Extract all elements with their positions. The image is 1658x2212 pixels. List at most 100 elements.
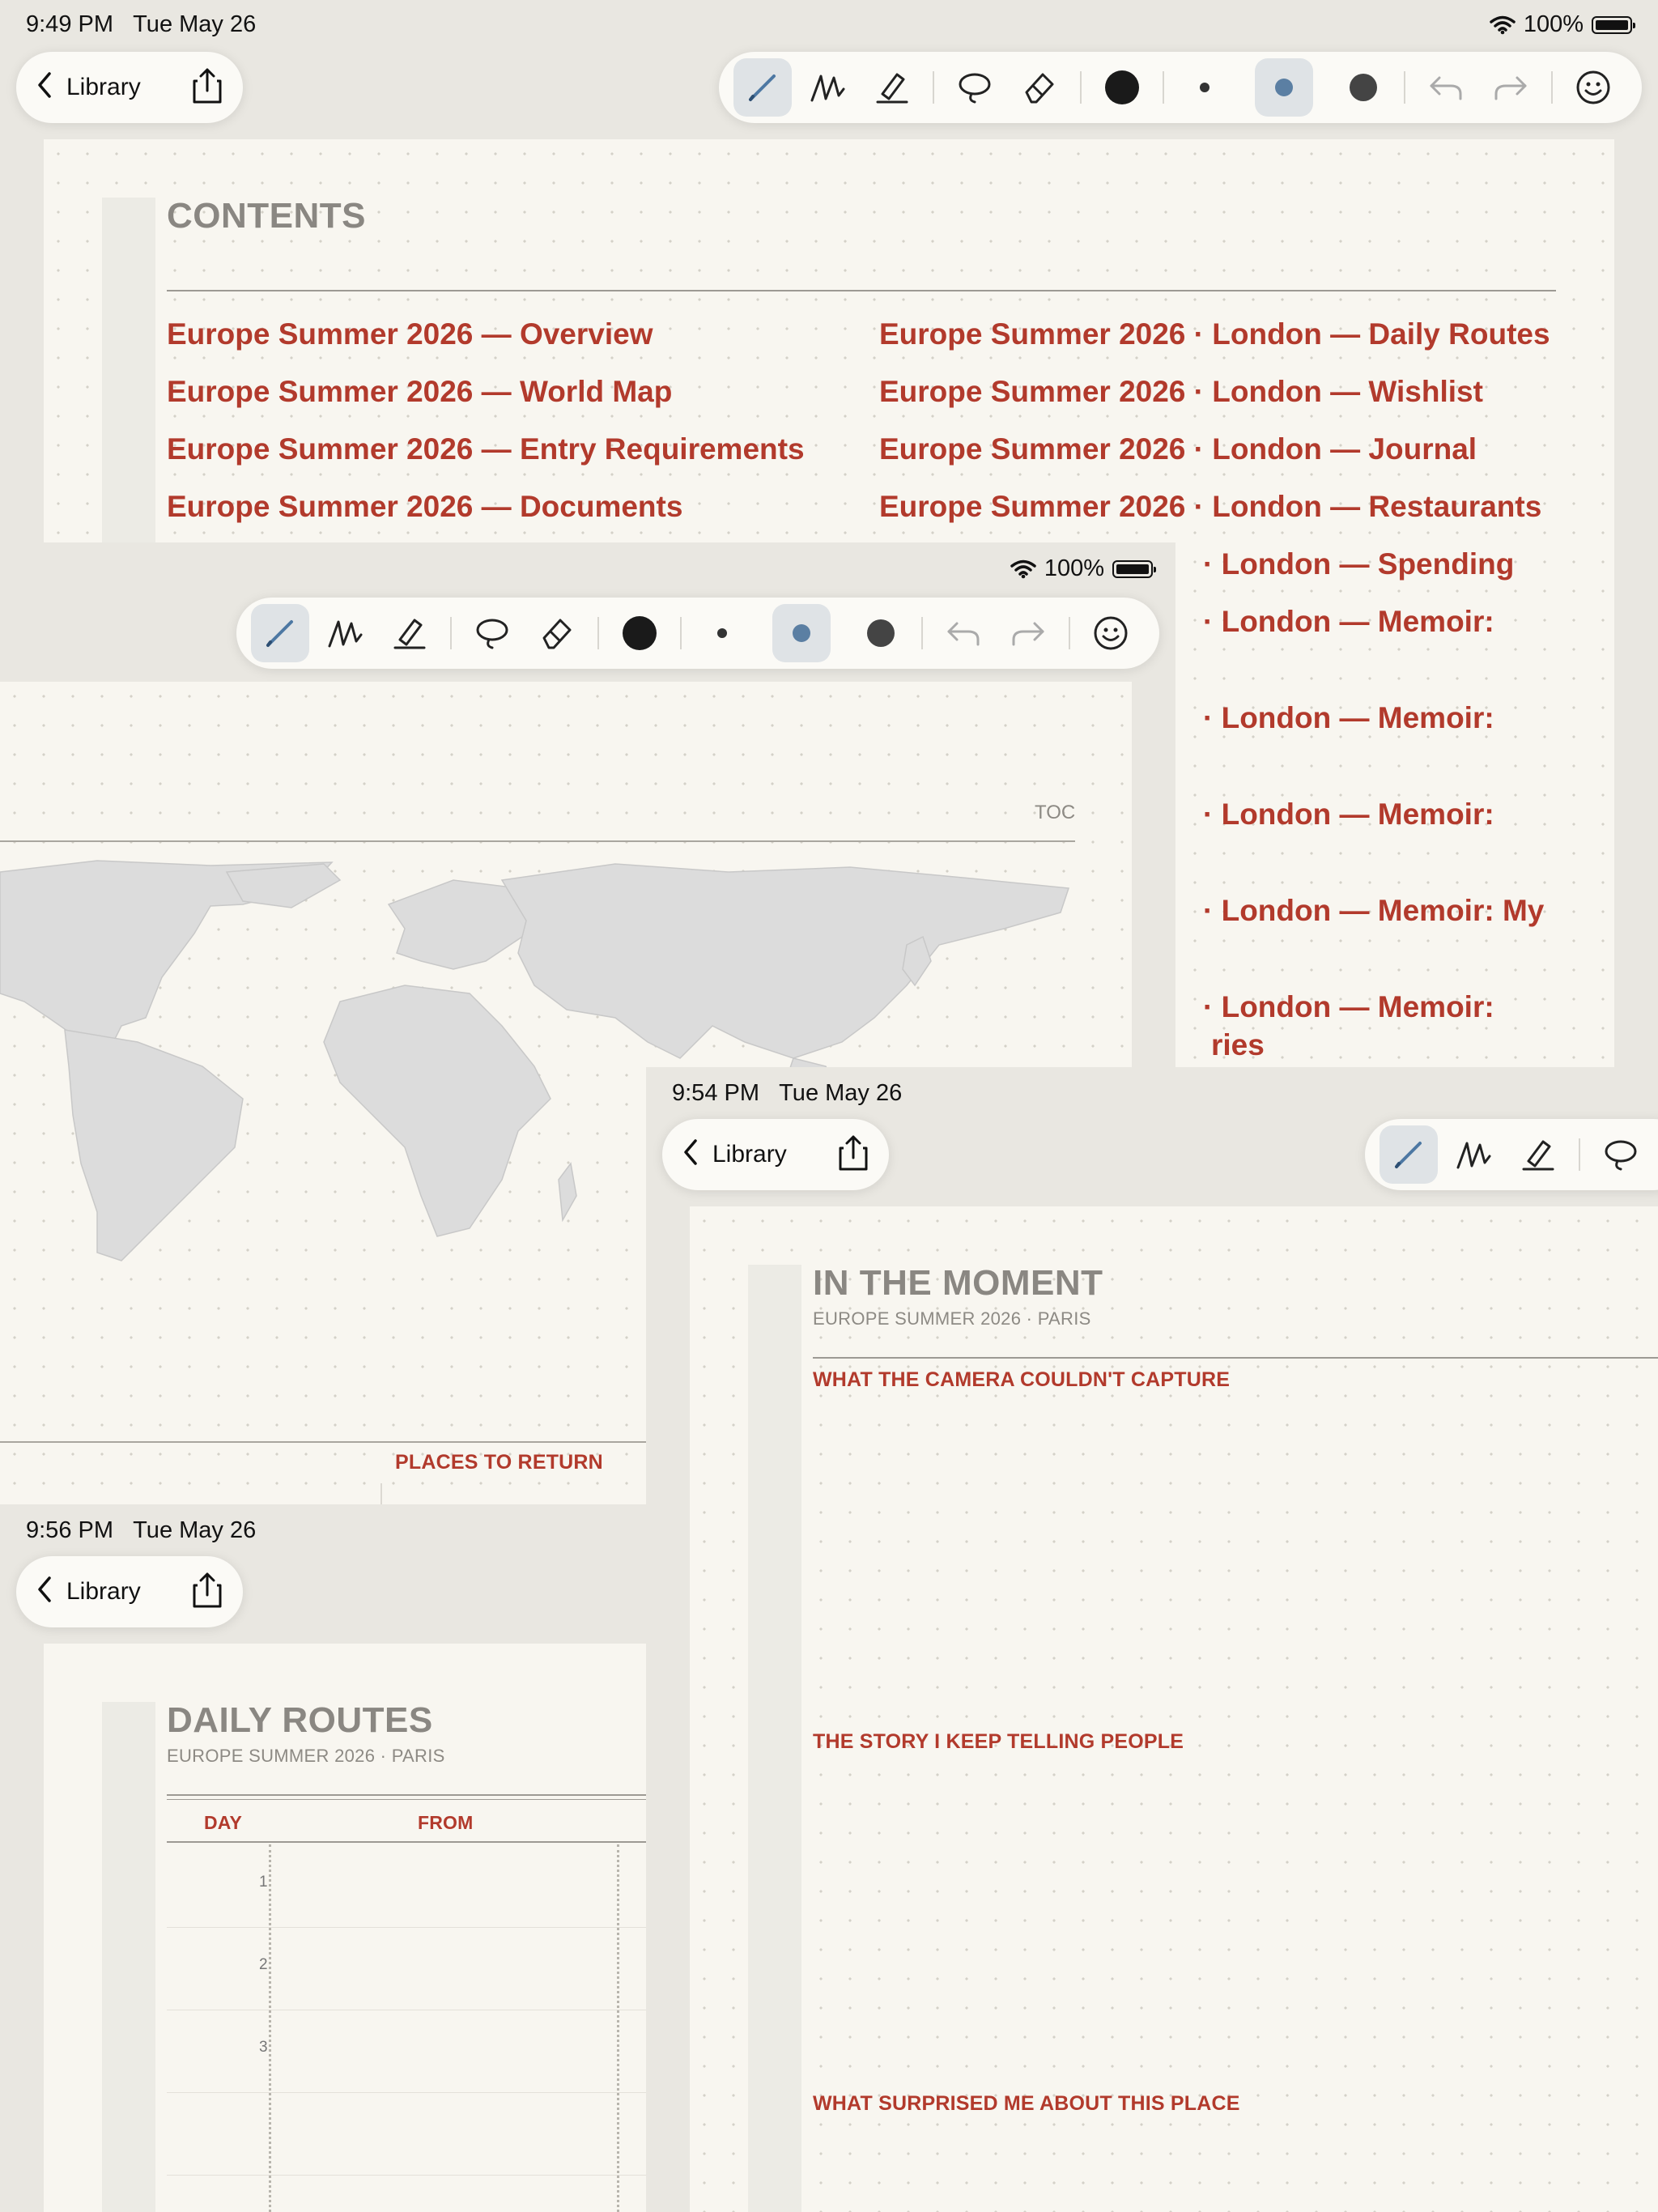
toc-link[interactable]: · London — Memoir: bbox=[1203, 701, 1494, 735]
share-icon[interactable] bbox=[191, 66, 223, 109]
pen-tool-button[interactable] bbox=[1380, 1125, 1438, 1184]
contents-heading: CONTENTS bbox=[167, 196, 366, 236]
battery-percent: 100% bbox=[1044, 555, 1104, 581]
highlighter-tool-button[interactable] bbox=[380, 604, 439, 662]
library-back-button[interactable]: Library bbox=[66, 74, 183, 101]
pen-icon bbox=[749, 74, 776, 101]
toolbar-divider bbox=[933, 71, 934, 104]
size-large-button[interactable] bbox=[1334, 58, 1392, 117]
toolbar-divider bbox=[450, 617, 452, 649]
toolbar-divider bbox=[1551, 71, 1553, 104]
toc-link[interactable]: · London — Memoir: bbox=[1203, 798, 1494, 832]
toc-link[interactable]: Europe Summer 2026 · London — Restaurant… bbox=[879, 490, 1541, 524]
asia-shape bbox=[500, 863, 1070, 1059]
highlighter-icon bbox=[393, 619, 426, 649]
size-medium-button[interactable] bbox=[772, 604, 831, 662]
greenland-shape bbox=[225, 863, 342, 908]
toc-link[interactable]: Europe Summer 2026 — World Map bbox=[167, 375, 672, 409]
toc-link[interactable]: Europe Summer 2026 — Overview bbox=[167, 317, 653, 351]
highlighter-tool-button[interactable] bbox=[1509, 1125, 1567, 1184]
status-time: 9:56 PM Tue May 26 bbox=[26, 1517, 257, 1543]
library-nav-pill: Library bbox=[16, 52, 243, 123]
toc-link[interactable]: Europe Summer 2026 · London — Wishlist bbox=[879, 375, 1483, 409]
madagascar-shape bbox=[558, 1162, 577, 1223]
library-back-button[interactable]: Library bbox=[712, 1141, 829, 1168]
size-medium-button[interactable] bbox=[1255, 58, 1313, 117]
size-large-button[interactable] bbox=[852, 604, 910, 662]
redo-button[interactable] bbox=[1482, 58, 1540, 117]
daily-routes-page: DAILY ROUTES EUROPE SUMMER 2026 · PARIS … bbox=[44, 1644, 646, 2212]
drawing-toolbar bbox=[1365, 1119, 1658, 1190]
africa-shape bbox=[323, 985, 551, 1237]
toc-link[interactable]: Europe Summer 2026 · London — Daily Rout… bbox=[879, 317, 1550, 351]
library-nav-pill: Library bbox=[16, 1556, 243, 1627]
undo-button[interactable] bbox=[1417, 58, 1475, 117]
toc-link[interactable]: · London — Memoir: bbox=[1203, 990, 1494, 1024]
lasso-tool-button[interactable] bbox=[463, 604, 521, 662]
title-rule bbox=[813, 1357, 1658, 1359]
table-divider bbox=[380, 1483, 382, 1506]
share-icon[interactable] bbox=[837, 1134, 869, 1176]
chevron-left-icon[interactable] bbox=[682, 1138, 699, 1172]
toc-link[interactable]: Europe Summer 2026 · London — Journal bbox=[879, 432, 1477, 466]
size-small-button[interactable] bbox=[1175, 58, 1234, 117]
lasso-tool-button[interactable] bbox=[946, 58, 1004, 117]
undo-button[interactable] bbox=[934, 604, 993, 662]
toolbar-divider bbox=[1163, 71, 1164, 104]
page-margin-strip bbox=[102, 1702, 155, 2212]
toc-link[interactable]: · London — Memoir: My bbox=[1203, 894, 1544, 928]
large-dot-icon bbox=[1350, 74, 1377, 101]
chevron-left-icon[interactable] bbox=[36, 1575, 53, 1610]
toolbar-divider bbox=[1080, 71, 1082, 104]
color-black-swatch[interactable] bbox=[1093, 58, 1151, 117]
redo-button[interactable] bbox=[999, 604, 1057, 662]
smiley-icon bbox=[1576, 70, 1610, 104]
places-to-return-label: PLACES TO RETURN bbox=[395, 1451, 603, 1474]
battery-percent: 100% bbox=[1523, 11, 1584, 37]
chevron-left-icon[interactable] bbox=[36, 70, 53, 105]
eraser-tool-button[interactable] bbox=[1010, 58, 1069, 117]
page-margin-strip bbox=[748, 1265, 801, 2212]
toc-link[interactable]: · London — Memoir: bbox=[1203, 605, 1494, 639]
sticker-button[interactable] bbox=[1564, 58, 1622, 117]
page-subtitle: EUROPE SUMMER 2026 · PARIS bbox=[167, 1746, 445, 1766]
marker-tool-button[interactable] bbox=[798, 58, 857, 117]
table-row bbox=[167, 2092, 646, 2176]
library-back-button[interactable]: Library bbox=[66, 1578, 183, 1606]
eraser-tool-button[interactable] bbox=[528, 604, 586, 662]
contents-rule bbox=[167, 290, 1556, 291]
day-number: 2 bbox=[259, 1956, 268, 1973]
lasso-icon bbox=[1605, 1140, 1637, 1171]
drawing-toolbar bbox=[719, 52, 1642, 123]
marker-tool-button[interactable] bbox=[1444, 1125, 1503, 1184]
status-time: 9:49 PM Tue May 26 bbox=[26, 11, 257, 37]
small-dot-icon bbox=[1200, 83, 1209, 92]
toc-link-label[interactable]: TOC bbox=[1035, 802, 1075, 824]
marker-tool-button[interactable] bbox=[316, 604, 374, 662]
marker-icon bbox=[1456, 1142, 1491, 1169]
library-nav-pill: Library bbox=[662, 1119, 889, 1190]
share-icon[interactable] bbox=[191, 1571, 223, 1614]
toc-link[interactable]: ries bbox=[1211, 1028, 1265, 1062]
redo-icon bbox=[1012, 622, 1044, 646]
map-rule bbox=[0, 840, 1075, 842]
pen-tool-button[interactable] bbox=[251, 604, 309, 662]
screenshot-3: 9:54 PM Tue May 26 Library IN THE MOMENT… bbox=[646, 1067, 1658, 2212]
toc-link[interactable]: Europe Summer 2026 — Entry Requirements bbox=[167, 432, 805, 466]
medium-dot-icon bbox=[793, 624, 810, 642]
lasso-tool-button[interactable] bbox=[1592, 1125, 1650, 1184]
status-right: 100% bbox=[1010, 555, 1156, 582]
pen-tool-button[interactable] bbox=[733, 58, 792, 117]
toc-link[interactable]: Europe Summer 2026 — Documents bbox=[167, 490, 682, 524]
size-small-button[interactable] bbox=[693, 604, 751, 662]
day-number: 3 bbox=[259, 2039, 268, 2056]
color-black-swatch[interactable] bbox=[610, 604, 669, 662]
in-the-moment-page: IN THE MOMENT EUROPE SUMMER 2026 · PARIS… bbox=[690, 1206, 1658, 2212]
highlighter-tool-button[interactable] bbox=[863, 58, 921, 117]
wifi-icon bbox=[1010, 559, 1036, 578]
marker-icon bbox=[328, 620, 363, 648]
toc-link[interactable]: · London — Spending bbox=[1203, 547, 1514, 581]
south-america-shape bbox=[64, 1029, 244, 1261]
redo-icon bbox=[1494, 76, 1527, 100]
sticker-button[interactable] bbox=[1082, 604, 1140, 662]
